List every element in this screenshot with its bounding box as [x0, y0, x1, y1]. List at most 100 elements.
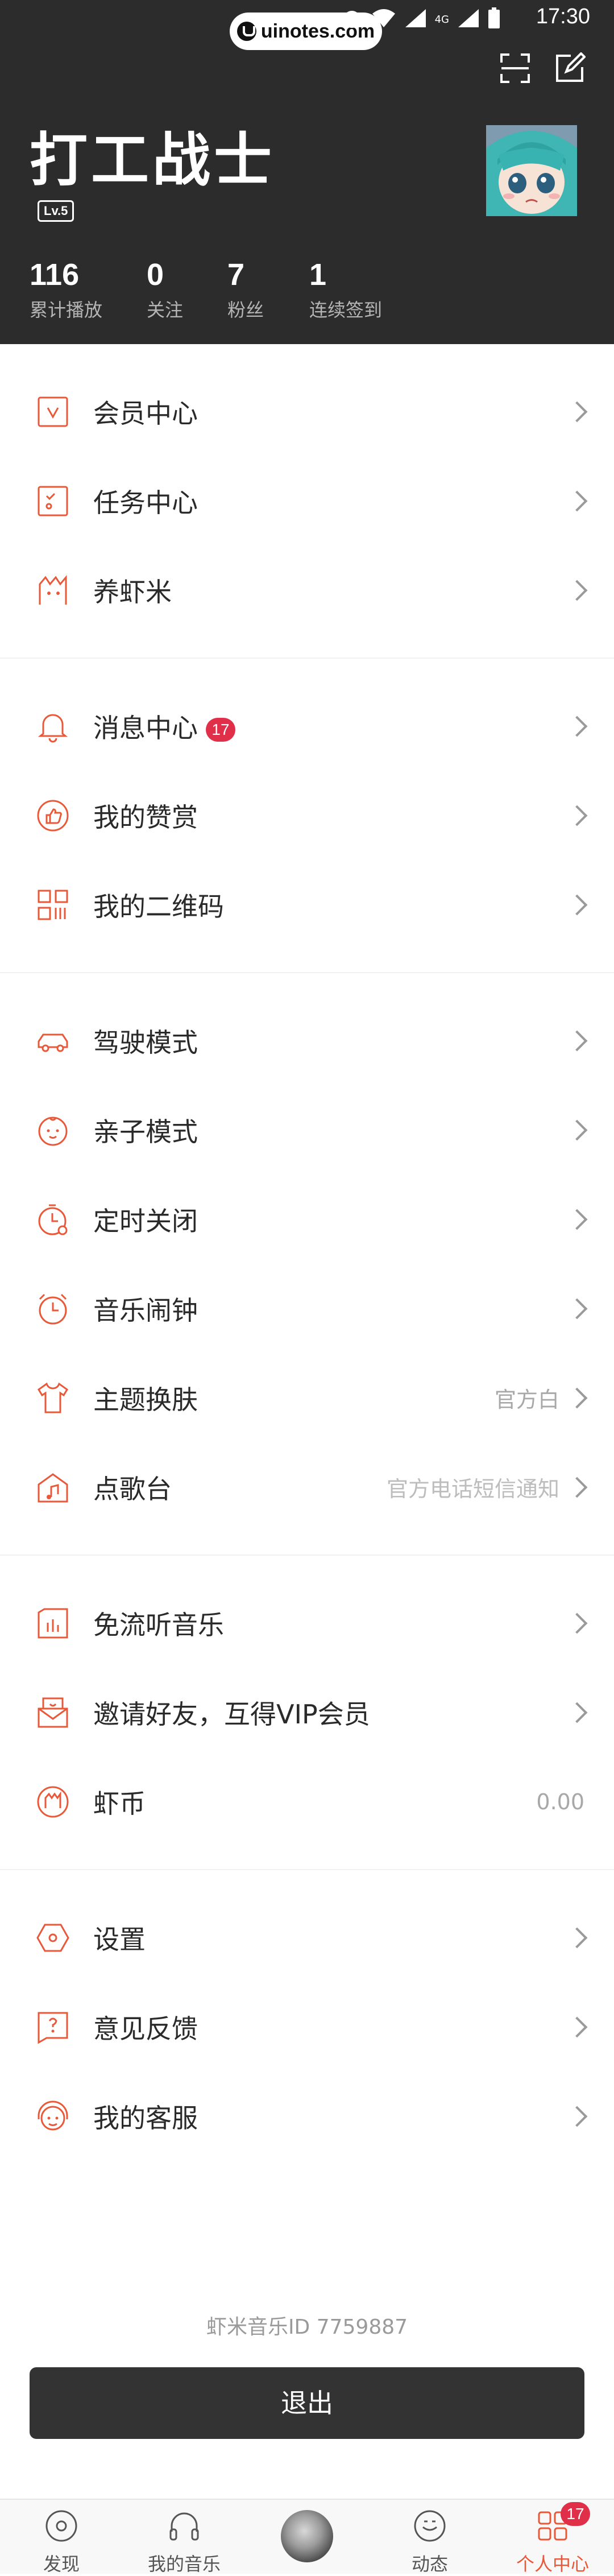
chevron-right-icon — [566, 401, 588, 422]
menu-label-text: 消息中心 — [93, 712, 198, 743]
qr-code-icon — [38, 890, 68, 920]
menu-item-song-request[interactable]: 点歌台 官方电话短信通知 — [0, 1442, 614, 1532]
status-time: 17:30 — [536, 5, 590, 28]
menu-label: 我的二维码 — [93, 891, 224, 922]
menu-item-my-qr-code[interactable]: 我的二维码 — [0, 860, 614, 949]
stat-following[interactable]: 0 关注 — [147, 257, 227, 322]
discover-icon — [45, 2510, 77, 2542]
menu-label: 养虾米 — [93, 576, 172, 607]
tab-now-playing[interactable] — [246, 2500, 368, 2574]
menu-label: 免流听音乐 — [93, 1609, 224, 1640]
menu-label: 定时关闭 — [93, 1205, 198, 1237]
tab-feed[interactable]: 动态 — [368, 2500, 491, 2575]
menu-item-customer-service[interactable]: 我的客服 — [0, 2071, 614, 2161]
profile-stats: 116 累计播放 0 关注 7 粉丝 1 连续签到 — [30, 257, 423, 322]
song-request-value: 官方电话短信通知 — [386, 1477, 559, 1502]
tab-label: 动态 — [411, 2553, 448, 2575]
alarm-status-icon — [341, 7, 363, 32]
scan-icon[interactable] — [499, 52, 531, 84]
network-type: 4G — [434, 13, 449, 26]
menu-label: 我的赞赏 — [93, 801, 198, 833]
now-playing-disc — [281, 2510, 333, 2562]
status-icons: 4G — [341, 7, 500, 32]
avatar[interactable] — [486, 125, 577, 216]
chevron-right-icon — [566, 580, 588, 601]
menu-item-raise-shrimp[interactable]: 养虾米 — [0, 545, 614, 635]
menu-item-free-data-music[interactable]: 免流听音乐 — [0, 1578, 614, 1668]
chevron-right-icon — [566, 1030, 588, 1051]
shrimp-icon — [39, 574, 67, 605]
task-icon — [38, 486, 68, 516]
menu-item-shrimp-coins[interactable]: 虾币 0.00 — [0, 1757, 614, 1846]
settings-icon — [36, 1924, 69, 1951]
coin-icon — [37, 1786, 69, 1817]
menu-item-driving-mode[interactable]: 驾驶模式 — [0, 996, 614, 1085]
tab-label: 我的音乐 — [147, 2553, 221, 2575]
menu-label: 点歌台 — [93, 1473, 172, 1504]
menu-item-messages[interactable]: 消息中心 17 — [0, 681, 614, 771]
profile-header: uinotes.com 4G 17:30 打工战士 Lv.5 116 累计播放 … — [0, 0, 614, 344]
theme-value: 官方白 — [494, 1387, 559, 1412]
user-id: 虾米音乐ID 7759887 — [206, 2315, 408, 2339]
alarm-icon — [39, 1293, 67, 1324]
stat-checkin[interactable]: 1 连续签到 — [309, 257, 423, 322]
menu-label: 我的客服 — [93, 2102, 198, 2133]
feedback-icon — [38, 2012, 68, 2044]
chevron-right-icon — [566, 805, 588, 826]
smile-icon — [414, 2510, 446, 2542]
menu-label: 驾驶模式 — [93, 1027, 198, 1058]
music-box-icon — [38, 1473, 68, 1502]
bell-icon — [38, 714, 68, 742]
menu-group-modes: 驾驶模式 亲子模式 定时关闭 音乐闹钟 主题换肤 官方白 点歌台 官方电话短信通… — [0, 973, 614, 1556]
stat-value: 0 — [147, 258, 164, 292]
stat-label: 连续签到 — [309, 299, 383, 321]
chevron-right-icon — [566, 2016, 588, 2037]
menu-group-social: 消息中心 17 我的赞赏 我的二维码 — [0, 659, 614, 973]
vip-icon — [38, 396, 68, 427]
menu-item-sleep-timer[interactable]: 定时关闭 — [0, 1175, 614, 1264]
menu-label: 邀请好友，互得VIP会员 — [93, 1698, 370, 1730]
tshirt-icon — [38, 1382, 68, 1413]
menu-item-task-center[interactable]: 任务中心 — [0, 456, 614, 545]
menu-item-kids-mode[interactable]: 亲子模式 — [0, 1085, 614, 1175]
menu-group-support: 设置 意见反馈 我的客服 — [0, 1870, 614, 2184]
menu-item-theme-skin[interactable]: 主题换肤 官方白 — [0, 1353, 614, 1442]
menu-group-account: 会员中心 任务中心 养虾米 — [0, 344, 614, 659]
baby-icon — [38, 1117, 68, 1146]
menu-list: 会员中心 任务中心 养虾米 消息中心 17 我的赞赏 我的二维码 驾驶模式 亲子… — [0, 344, 614, 2184]
menu-item-invite-friends[interactable]: 邀请好友，互得VIP会员 — [0, 1668, 614, 1757]
watermark-logo-icon — [237, 22, 256, 41]
menu-item-vip-center[interactable]: 会员中心 — [0, 367, 614, 456]
username: 打工战士 — [30, 127, 275, 195]
stat-label: 粉丝 — [227, 299, 264, 321]
chevron-right-icon — [566, 894, 588, 915]
signal-icon — [404, 8, 427, 31]
battery-icon — [488, 7, 500, 31]
stat-plays[interactable]: 116 累计播放 — [30, 257, 147, 322]
service-icon — [38, 2101, 68, 2130]
chevron-right-icon — [566, 1387, 588, 1408]
chevron-right-icon — [566, 1927, 588, 1948]
edit-icon[interactable] — [554, 52, 586, 84]
menu-item-feedback[interactable]: 意见反馈 — [0, 1982, 614, 2071]
tab-discover[interactable]: 发现 — [0, 2500, 123, 2575]
tab-label: 发现 — [43, 2553, 80, 2575]
chevron-right-icon — [566, 1477, 588, 1498]
status-bar: uinotes.com 4G 17:30 — [0, 0, 614, 50]
stat-value: 116 — [30, 258, 80, 292]
chevron-right-icon — [566, 1612, 588, 1634]
message-badge: 17 — [206, 718, 235, 742]
menu-item-settings[interactable]: 设置 — [0, 1893, 614, 1982]
free-music-icon — [38, 1608, 68, 1638]
chevron-right-icon — [566, 2106, 588, 2127]
stat-label: 关注 — [147, 299, 184, 321]
car-icon — [38, 1033, 68, 1052]
timer-icon — [38, 1204, 68, 1235]
stat-label: 累计播放 — [30, 299, 103, 321]
tab-my-music[interactable]: 我的音乐 — [123, 2500, 246, 2575]
menu-item-my-rewards[interactable]: 我的赞赏 — [0, 771, 614, 860]
stat-fans[interactable]: 7 粉丝 — [227, 257, 309, 322]
tab-profile[interactable]: 17 个人中心 — [491, 2500, 614, 2575]
logout-button[interactable]: 退出 — [30, 2367, 584, 2439]
menu-item-music-alarm[interactable]: 音乐闹钟 — [0, 1264, 614, 1353]
